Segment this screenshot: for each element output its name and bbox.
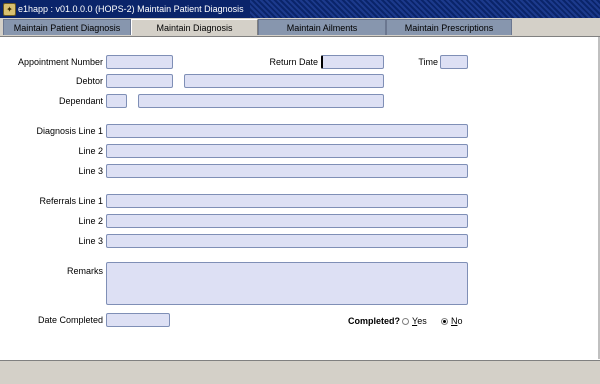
completed-yes-label: Yes xyxy=(412,316,427,326)
diagnosis-line-3-label: Line 3 xyxy=(78,166,103,176)
return-date-input[interactable] xyxy=(321,55,384,69)
tab-maintain-ailments[interactable]: Maintain Ailments xyxy=(258,19,386,35)
dependant-label: Dependant xyxy=(58,96,103,106)
return-date-label: Return Date xyxy=(269,57,318,67)
completed-no-label: No xyxy=(451,316,463,326)
diagnosis-line-1-input[interactable] xyxy=(106,124,468,138)
diagnosis-line-2-label: Line 2 xyxy=(78,146,103,156)
tab-maintain-patient-diagnosis[interactable]: Maintain Patient Diagnosis xyxy=(3,19,131,35)
completed-label: Completed? xyxy=(347,316,400,326)
title-bar: ✦ e1happ : v01.0.0.0 (HOPS-2) Maintain P… xyxy=(0,0,600,18)
completed-no-radio[interactable]: No xyxy=(441,315,463,327)
status-bar xyxy=(0,360,600,384)
tab-maintain-diagnosis[interactable]: Maintain Diagnosis xyxy=(131,19,258,35)
debtor-label: Debtor xyxy=(75,76,103,86)
diagnosis-line-3-input[interactable] xyxy=(106,164,468,178)
remarks-label: Remarks xyxy=(66,266,103,276)
referrals-line-2-input[interactable] xyxy=(106,214,468,228)
debtor-name-field xyxy=(184,74,384,88)
referrals-line-2-label: Line 2 xyxy=(78,216,103,226)
referrals-line-1-label: Referrals Line 1 xyxy=(39,196,103,206)
date-completed-input[interactable] xyxy=(106,313,170,327)
referrals-line-1-input[interactable] xyxy=(106,194,468,208)
time-input[interactable] xyxy=(440,55,468,69)
window-title: e1happ : v01.0.0.0 (HOPS-2) Maintain Pat… xyxy=(18,4,244,14)
app-icon: ✦ xyxy=(3,3,16,16)
date-completed-label: Date Completed xyxy=(37,315,103,325)
time-label: Time xyxy=(418,57,438,67)
remarks-textarea[interactable] xyxy=(106,262,468,305)
referrals-line-3-label: Line 3 xyxy=(78,236,103,246)
referrals-line-3-input[interactable] xyxy=(106,234,468,248)
radio-unchecked-icon xyxy=(402,317,409,325)
completed-yes-radio[interactable]: Yes xyxy=(402,315,427,327)
diagnosis-line-2-input[interactable] xyxy=(106,144,468,158)
tab-maintain-prescriptions[interactable]: Maintain Prescriptions xyxy=(386,19,512,35)
diagnosis-form: Appointment Number Return Date Time Debt… xyxy=(0,37,600,359)
diagnosis-line-1-label: Diagnosis Line 1 xyxy=(36,126,103,136)
dependant-name-field xyxy=(138,94,384,108)
appointment-number-label: Appointment Number xyxy=(17,57,103,67)
dependant-code-input[interactable] xyxy=(106,94,127,108)
debtor-code-input[interactable] xyxy=(106,74,173,88)
radio-checked-icon xyxy=(441,317,448,325)
appointment-number-input[interactable] xyxy=(106,55,173,69)
tab-bar: Maintain Patient Diagnosis Maintain Diag… xyxy=(0,18,600,37)
